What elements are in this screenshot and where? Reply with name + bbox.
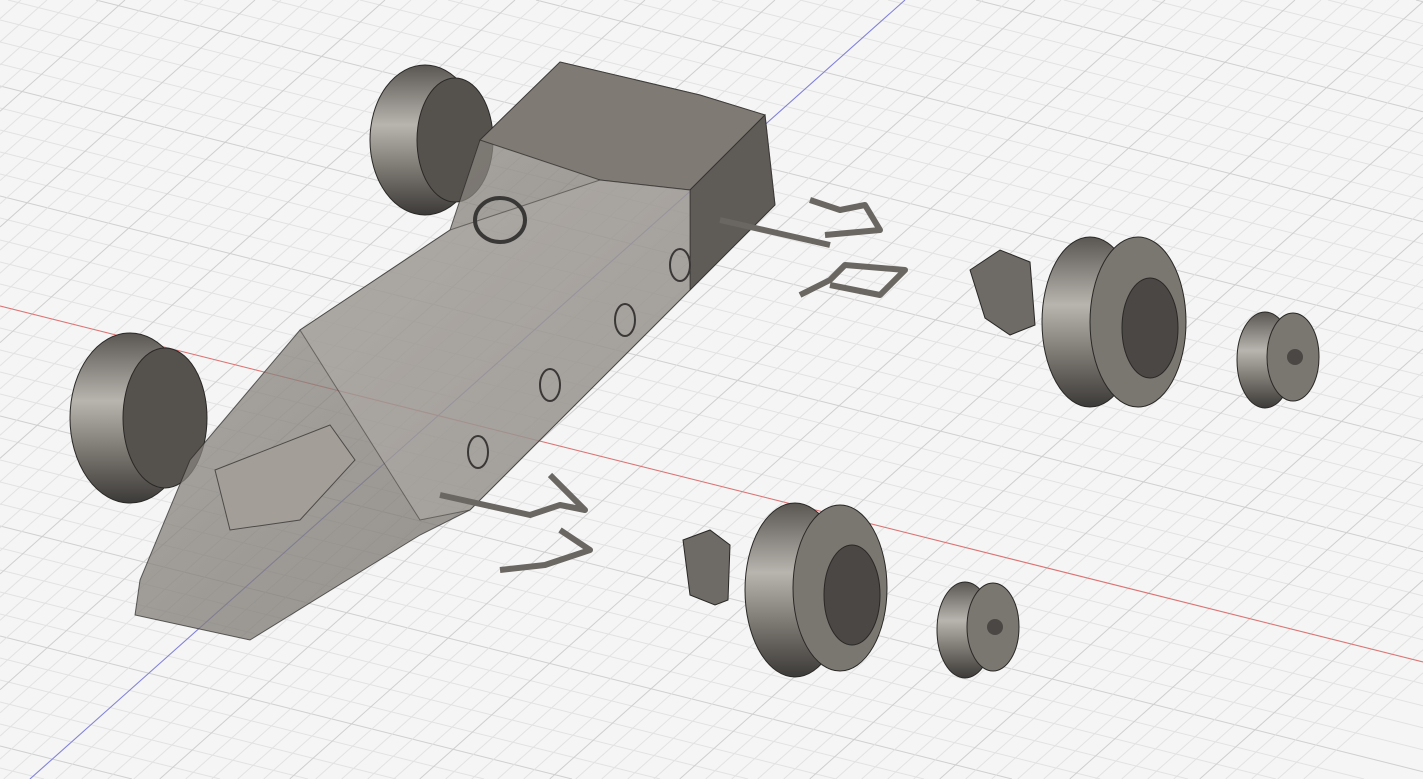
grid-line bbox=[799, 0, 1423, 157]
grid-line bbox=[0, 0, 282, 251]
grid-line bbox=[0, 657, 485, 779]
grid-line bbox=[0, 701, 309, 779]
grid-line bbox=[0, 0, 152, 135]
grid-line bbox=[1017, 417, 1423, 779]
rear-right-rim[interactable] bbox=[1236, 311, 1320, 409]
rear-right-tire[interactable] bbox=[1041, 236, 1187, 408]
grid-line bbox=[975, 0, 1423, 113]
grid-line bbox=[705, 140, 1423, 779]
front-right-rim[interactable] bbox=[936, 581, 1020, 679]
grid-line bbox=[0, 0, 360, 320]
cad-viewport[interactable] bbox=[0, 0, 1423, 779]
grid-line bbox=[991, 394, 1423, 779]
grid-line bbox=[0, 591, 749, 779]
grid-line bbox=[0, 0, 178, 158]
grid-line bbox=[0, 635, 573, 779]
grid-line bbox=[1415, 0, 1423, 3]
grid-line bbox=[0, 0, 22, 20]
grid-line bbox=[183, 0, 1423, 311]
grid-line bbox=[1151, 0, 1423, 69]
grid-line bbox=[0, 0, 308, 274]
grid-line bbox=[1043, 441, 1423, 779]
grid-line bbox=[0, 0, 48, 43]
grid-line bbox=[1069, 464, 1423, 779]
grid-line bbox=[1095, 487, 1423, 779]
grid-line bbox=[1251, 626, 1423, 779]
grid-line bbox=[887, 0, 1423, 135]
grid-line bbox=[1173, 556, 1423, 779]
grid-line bbox=[0, 0, 126, 112]
grid-line bbox=[1225, 603, 1423, 779]
grid-line bbox=[0, 745, 133, 779]
grid-line bbox=[1277, 649, 1423, 779]
rear-upright[interactable] bbox=[969, 249, 1036, 336]
grid-line bbox=[0, 0, 256, 228]
grid-line bbox=[0, 0, 230, 205]
3d-scene[interactable] bbox=[0, 0, 1423, 779]
grid-line bbox=[0, 767, 45, 779]
grid-line bbox=[0, 0, 100, 89]
grid-line bbox=[0, 0, 334, 297]
grid-line bbox=[0, 0, 386, 344]
grid-line bbox=[1147, 533, 1423, 779]
front-upright[interactable] bbox=[682, 529, 731, 606]
grid-line bbox=[1239, 0, 1423, 47]
front-right-tire[interactable] bbox=[744, 502, 888, 678]
grid-line bbox=[1063, 0, 1423, 91]
grid-line bbox=[913, 325, 1423, 779]
grid-line bbox=[0, 723, 221, 779]
grid-line bbox=[1303, 672, 1423, 779]
